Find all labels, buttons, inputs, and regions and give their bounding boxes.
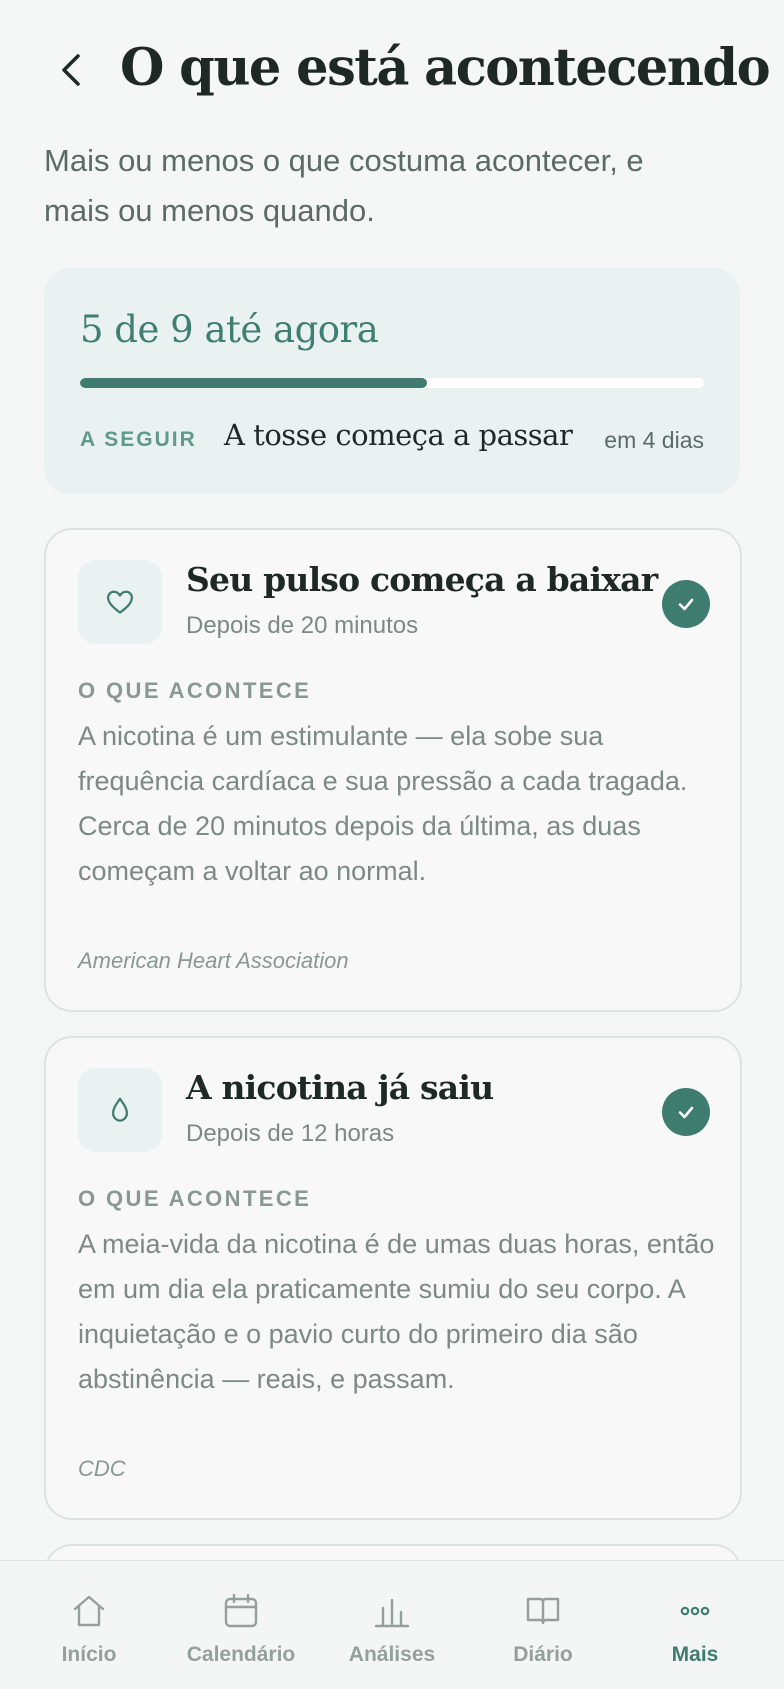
calendar-icon xyxy=(221,1591,261,1631)
section-label: O QUE ACONTECE xyxy=(78,678,312,703)
tab-label: Análises xyxy=(348,1643,436,1666)
progress-bar xyxy=(80,378,704,388)
progress-card: 5 de 9 até agora A SEGUIR A tosse começa… xyxy=(44,268,740,494)
milestone-body: A meia-vida da nicotina é de umas duas h… xyxy=(78,1229,715,1394)
tab-label: Calendário xyxy=(186,1643,296,1666)
section-label: O QUE ACONTECE xyxy=(78,1186,312,1211)
tab-calendario[interactable]: Calendário xyxy=(166,1561,316,1689)
book-icon xyxy=(523,1591,563,1631)
tab-label: Início xyxy=(61,1643,117,1666)
milestone-title: Seu pulso começa a baixar xyxy=(186,560,658,599)
milestone-icon-box xyxy=(78,1068,162,1152)
tab-label: Mais xyxy=(671,1643,719,1666)
progress-title: 5 de 9 até agora xyxy=(80,308,379,351)
page-title: O que está acontecendo xyxy=(120,38,771,98)
milestone-source: American Heart Association xyxy=(78,948,349,973)
home-icon xyxy=(69,1591,109,1631)
chart-icon xyxy=(372,1591,412,1631)
milestone-card[interactable]: Seu pulso começa a baixar Depois de 20 m… xyxy=(44,528,742,1012)
check-icon xyxy=(662,580,710,628)
milestone-source: CDC xyxy=(78,1456,126,1481)
milestone-time: Depois de 12 horas xyxy=(186,1120,395,1147)
milestone-icon-box xyxy=(78,560,162,644)
tab-label: Diário xyxy=(513,1643,573,1666)
more-icon xyxy=(675,1591,715,1631)
check-icon xyxy=(662,1088,710,1136)
back-button[interactable] xyxy=(52,50,92,90)
milestone-time: Depois de 20 minutos xyxy=(186,612,419,639)
heart-icon xyxy=(107,590,133,614)
tab-mais[interactable]: Mais xyxy=(620,1561,770,1689)
milestone-card[interactable]: A nicotina já saiu Depois de 12 horas O … xyxy=(44,1036,742,1520)
progress-bar-fill xyxy=(80,378,427,388)
milestone-body: A nicotina é um estimulante — ela sobe s… xyxy=(78,721,688,886)
tab-inicio[interactable]: Início xyxy=(14,1561,164,1689)
tab-diario[interactable]: Diário xyxy=(468,1561,618,1689)
chevron-left-icon xyxy=(62,54,80,86)
milestone-title: A nicotina já saiu xyxy=(186,1068,494,1107)
bottom-tab-bar: Início Calendário Análises Diário Mais xyxy=(0,1560,784,1689)
next-milestone-title: A tosse começa a passar xyxy=(224,418,573,452)
next-label: A SEGUIR xyxy=(80,428,197,451)
page-header: O que está acontecendo xyxy=(44,30,771,110)
page-subtitle: Mais ou menos o que costuma acontecer, e… xyxy=(44,143,644,228)
droplet-icon xyxy=(112,1097,128,1122)
tab-analises[interactable]: Análises xyxy=(317,1561,467,1689)
next-milestone-when: em 4 dias xyxy=(604,427,704,453)
next-milestone[interactable]: A SEGUIR A tosse começa a passar em 4 di… xyxy=(80,418,704,462)
